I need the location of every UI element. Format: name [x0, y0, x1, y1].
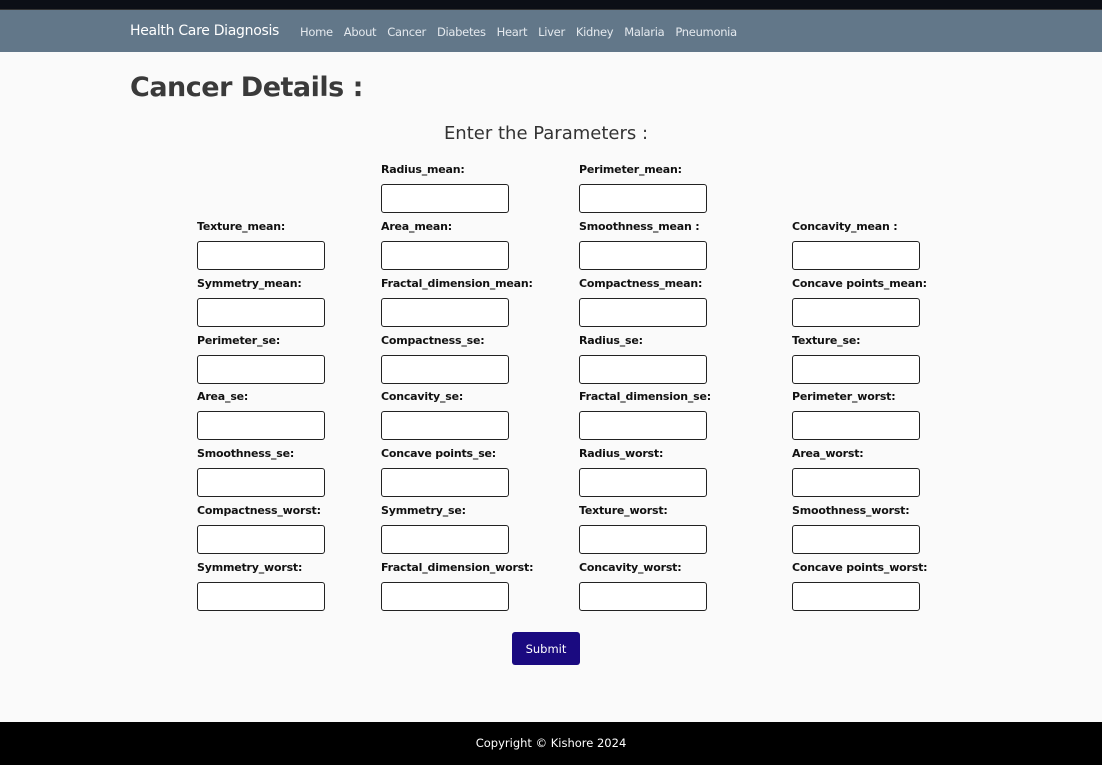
area_se-input[interactable] — [197, 411, 325, 440]
brand-link[interactable]: Health Care Diagnosis — [130, 23, 279, 39]
area_worst-input[interactable] — [792, 468, 920, 497]
form-heading: Enter the Parameters : — [443, 123, 649, 144]
smoothness_worst-input[interactable] — [792, 525, 920, 554]
texture_worst-input[interactable] — [579, 525, 707, 554]
field-label: Perimeter_se: — [197, 334, 281, 347]
radius_se-input[interactable] — [579, 355, 707, 384]
nav-link-heart[interactable]: Heart — [497, 25, 528, 39]
field-label: Smoothness_se: — [197, 447, 295, 460]
concave-points_mean-input[interactable] — [792, 298, 920, 327]
field-label: Compactness_mean: — [579, 277, 703, 290]
nav-link-liver[interactable]: Liver — [538, 25, 565, 39]
symmetry_se-input[interactable] — [381, 525, 509, 554]
field-label: Concave points_worst: — [792, 561, 928, 574]
fractal_dimension_se-input[interactable] — [579, 411, 707, 440]
field-label: Perimeter_mean: — [579, 163, 682, 176]
nav-links: Home About Cancer Diabetes Heart Liver Kidney M… — [300, 25, 737, 39]
field-label: Area_worst: — [792, 447, 864, 460]
concavity_se-input[interactable] — [381, 411, 509, 440]
texture_se-input[interactable] — [792, 355, 920, 384]
field-label: Texture_worst: — [579, 504, 668, 517]
nav-link-about[interactable]: About — [344, 25, 377, 39]
perimeter_mean-input[interactable] — [579, 184, 707, 213]
background-strip — [0, 0, 1102, 10]
smoothness_se-input[interactable] — [197, 468, 325, 497]
field-label: Concavity_mean : — [792, 220, 898, 233]
radius_worst-input[interactable] — [579, 468, 707, 497]
concavity_mean-input[interactable] — [792, 241, 920, 270]
field-label: Compactness_se: — [381, 334, 485, 347]
compactness_mean-input[interactable] — [579, 298, 707, 327]
nav-link-kidney[interactable]: Kidney — [576, 25, 614, 39]
footer: Copyright © Kishore 2024 — [0, 722, 1102, 765]
nav-link-malaria[interactable]: Malaria — [624, 25, 664, 39]
radius_mean-input[interactable] — [381, 184, 509, 213]
field-label: Concavity_worst: — [579, 561, 682, 574]
symmetry_worst-input[interactable] — [197, 582, 325, 611]
field-label: Smoothness_worst: — [792, 504, 910, 517]
field-label: Area_mean: — [381, 220, 452, 233]
field-label: Fractal_dimension_worst: — [381, 561, 534, 574]
field-label: Symmetry_se: — [381, 504, 466, 517]
perimeter_se-input[interactable] — [197, 355, 325, 384]
field-label: Radius_mean: — [381, 163, 465, 176]
page-title: Cancer Details : — [130, 72, 363, 103]
field-label: Symmetry_mean: — [197, 277, 302, 290]
navbar: Health Care Diagnosis Home About Cancer Dia… — [0, 10, 1102, 52]
symmetry_mean-input[interactable] — [197, 298, 325, 327]
field-label: Fractal_dimension_mean: — [381, 277, 533, 290]
fractal_dimension_worst-input[interactable] — [381, 582, 509, 611]
field-label: Smoothness_mean : — [579, 220, 700, 233]
compactness_worst-input[interactable] — [197, 525, 325, 554]
field-label: Radius_worst: — [579, 447, 664, 460]
texture_mean-input[interactable] — [197, 241, 325, 270]
concavity_worst-input[interactable] — [579, 582, 707, 611]
field-label: Perimeter_worst: — [792, 390, 896, 403]
field-label: Texture_se: — [792, 334, 861, 347]
field-label: Compactness_worst: — [197, 504, 321, 517]
field-label: Concave points_se: — [381, 447, 497, 460]
compactness_se-input[interactable] — [381, 355, 509, 384]
submit-button[interactable]: Submit — [512, 632, 580, 665]
field-label: Concave points_mean: — [792, 277, 927, 290]
field-label: Radius_se: — [579, 334, 643, 347]
field-label: Concavity_se: — [381, 390, 464, 403]
nav-link-cancer[interactable]: Cancer — [387, 25, 426, 39]
nav-link-pneumonia[interactable]: Pneumonia — [675, 25, 737, 39]
smoothness_mean-input[interactable] — [579, 241, 707, 270]
perimeter_worst-input[interactable] — [792, 411, 920, 440]
fractal_dimension_mean-input[interactable] — [381, 298, 509, 327]
field-label: Texture_mean: — [197, 220, 286, 233]
nav-link-home[interactable]: Home — [300, 25, 333, 39]
nav-link-diabetes[interactable]: Diabetes — [437, 25, 486, 39]
field-label: Area_se: — [197, 390, 249, 403]
field-label: Fractal_dimension_se: — [579, 390, 711, 403]
concave-points_se-input[interactable] — [381, 468, 509, 497]
area_mean-input[interactable] — [381, 241, 509, 270]
field-label: Symmetry_worst: — [197, 561, 303, 574]
concave-points_worst-input[interactable] — [792, 582, 920, 611]
